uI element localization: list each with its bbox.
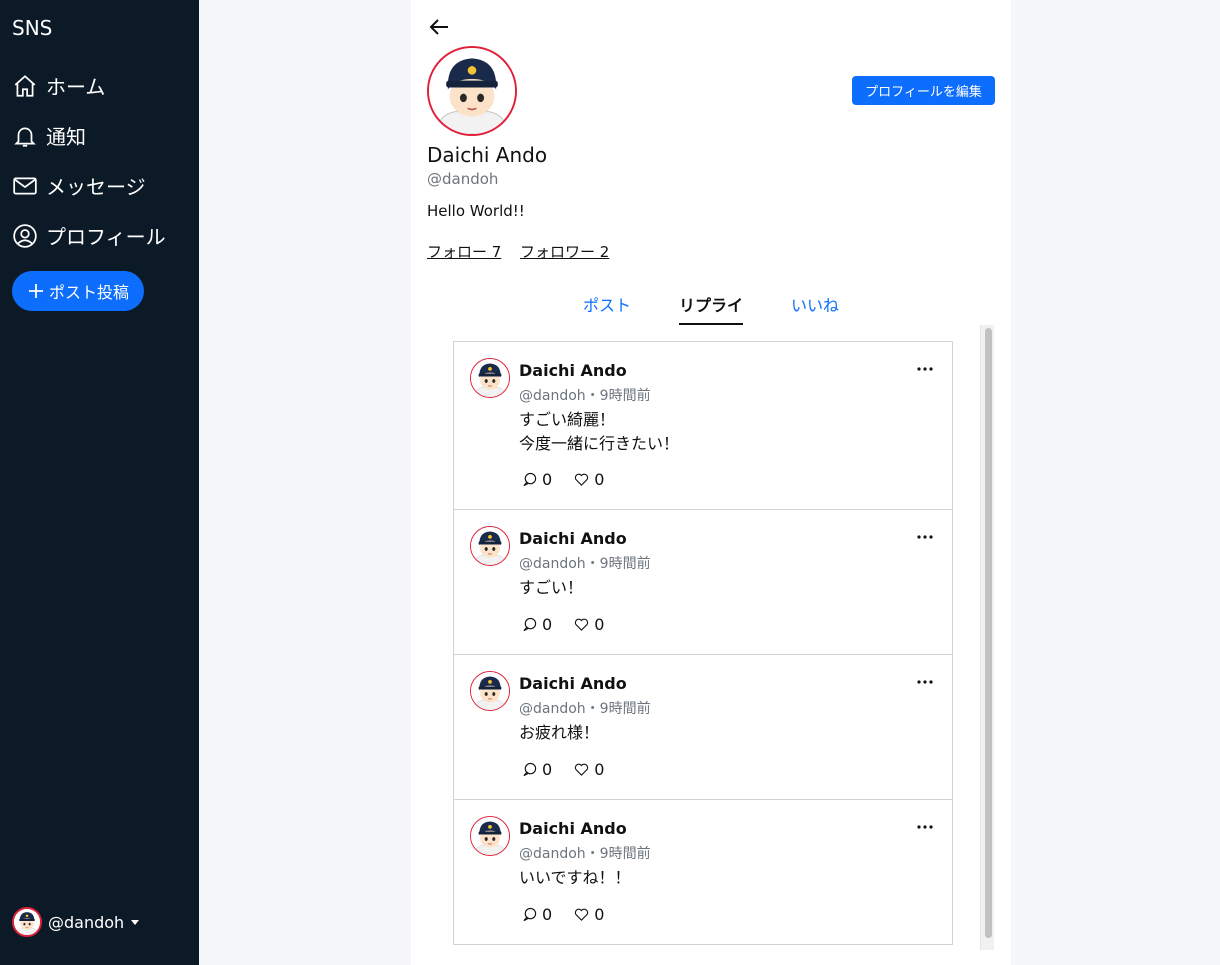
envelope-icon	[13, 177, 37, 194]
like-count: 0	[594, 615, 605, 634]
caret-down-icon	[131, 920, 140, 925]
post-actions: 0 0	[522, 615, 604, 634]
reply-button[interactable]: 0	[522, 470, 552, 489]
heart-icon	[575, 618, 589, 631]
post-actions: 0 0	[522, 905, 604, 924]
person-circle-icon	[13, 223, 37, 248]
more-options-icon[interactable]	[916, 528, 934, 546]
avatar	[12, 907, 42, 937]
post-author: Daichi Ando	[519, 529, 627, 548]
tab-likes[interactable]: いいね	[791, 292, 839, 316]
app-brand[interactable]: SNS	[12, 16, 52, 40]
heart-icon	[575, 908, 589, 921]
avatar	[470, 816, 510, 856]
heart-icon	[575, 763, 589, 776]
profile-avatar	[427, 46, 517, 136]
more-options-icon[interactable]	[916, 818, 934, 836]
heart-icon	[575, 473, 589, 486]
like-button[interactable]: 0	[574, 470, 604, 489]
avatar	[470, 358, 510, 398]
post-meta: @dandoh・9時間前	[519, 388, 651, 404]
scrollbar-thumb[interactable]	[985, 328, 992, 938]
sidebar-item-messages[interactable]: メッセージ	[12, 171, 146, 200]
like-button[interactable]: 0	[574, 760, 604, 779]
sidebar-item-label: ホーム	[46, 75, 106, 99]
following-link[interactable]: フォロー 7	[427, 241, 501, 262]
post-author: Daichi Ando	[519, 819, 627, 838]
post-author: Daichi Ando	[519, 674, 627, 693]
sidebar-item-profile[interactable]: プロフィール	[12, 221, 166, 250]
list-item[interactable]: Daichi Ando @dandoh・9時間前 すごい！ 0 0	[453, 509, 953, 655]
profile-bio: Hello World!!	[427, 202, 525, 220]
post-body: いいですね！！	[519, 868, 631, 887]
avatar	[470, 526, 510, 566]
list-item[interactable]: Daichi Ando @dandoh・9時間前 いいですね！！ 0 0	[453, 799, 953, 945]
reply-count: 0	[542, 615, 553, 634]
like-count: 0	[594, 905, 605, 924]
post-actions: 0 0	[522, 470, 604, 489]
post-meta: @dandoh・9時間前	[519, 846, 651, 862]
create-post-button[interactable]: ポスト投稿	[12, 271, 144, 311]
create-post-label: ポスト投稿	[48, 283, 129, 302]
list-item[interactable]: Daichi Ando @dandoh・9時間前 すごい綺麗！ 今度一緒に行きた…	[453, 341, 953, 510]
home-icon	[14, 74, 36, 97]
post-body: すごい！	[519, 578, 584, 597]
feed-scrollbar[interactable]	[980, 325, 994, 950]
post-actions: 0 0	[522, 760, 604, 779]
post-body: すごい綺麗！ 今度一緒に行きたい！	[519, 410, 680, 453]
sidebar-item-home[interactable]: ホーム	[12, 71, 105, 100]
list-item[interactable]: Daichi Ando @dandoh・9時間前 お疲れ様！ 0 0	[453, 654, 953, 800]
post-body: お疲れ様！	[519, 723, 600, 742]
user-menu[interactable]: @dandoh	[12, 907, 140, 937]
followers-link[interactable]: フォロワー 2	[520, 241, 609, 262]
edit-profile-button[interactable]: プロフィールを編集	[852, 76, 995, 105]
profile-handle: @dandoh	[427, 170, 499, 188]
tab-posts[interactable]: ポスト	[583, 292, 631, 316]
post-author: Daichi Ando	[519, 361, 627, 380]
post-meta: @dandoh・9時間前	[519, 556, 651, 572]
back-arrow-icon[interactable]	[428, 15, 452, 39]
user-menu-handle: @dandoh	[48, 912, 125, 932]
chat-icon	[523, 762, 537, 777]
more-options-icon[interactable]	[916, 360, 934, 378]
more-options-icon[interactable]	[916, 673, 934, 691]
sidebar: SNS ホーム 通知 メッセージ プロフィール ポスト投稿 @dandoh	[0, 0, 199, 965]
bell-icon	[14, 127, 36, 147]
avatar	[470, 671, 510, 711]
reply-count: 0	[542, 470, 553, 489]
reply-count: 0	[542, 760, 553, 779]
like-button[interactable]: 0	[574, 615, 604, 634]
profile-name: Daichi Ando	[427, 143, 548, 167]
like-button[interactable]: 0	[574, 905, 604, 924]
sidebar-item-label: メッセージ	[46, 175, 146, 199]
chat-icon	[523, 907, 537, 922]
tab-replies[interactable]: リプライ	[679, 292, 744, 325]
reply-button[interactable]: 0	[522, 905, 552, 924]
like-count: 0	[594, 760, 605, 779]
plus-icon	[28, 284, 43, 298]
profile-main: プロフィールを編集 Daichi Ando @dandoh Hello Worl…	[411, 0, 1011, 965]
chat-icon	[523, 617, 537, 632]
like-count: 0	[594, 470, 605, 489]
sidebar-item-notifications[interactable]: 通知	[12, 121, 86, 150]
sidebar-item-label: 通知	[46, 125, 86, 149]
reply-button[interactable]: 0	[522, 760, 552, 779]
sidebar-item-label: プロフィール	[46, 225, 166, 249]
post-meta: @dandoh・9時間前	[519, 701, 651, 717]
reply-button[interactable]: 0	[522, 615, 552, 634]
reply-count: 0	[542, 905, 553, 924]
chat-icon	[523, 472, 537, 487]
